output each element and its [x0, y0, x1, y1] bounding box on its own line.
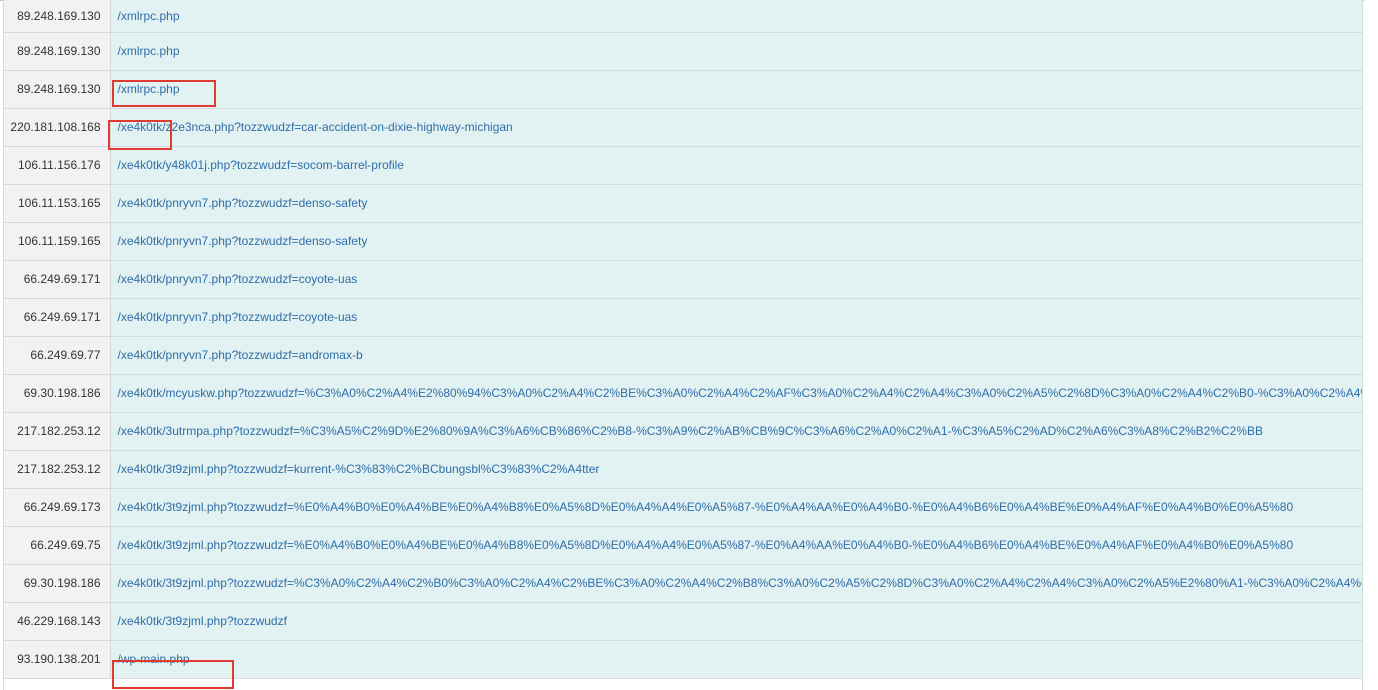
url-cell: /xe4k0tk/3t9zjml.php?tozzwudzf=%C3%A0%C2… [110, 564, 1363, 603]
table-row: 220.181.108.168/xe4k0tk/z2e3nca.php?tozz… [4, 108, 1362, 147]
access-log-table: 89.248.169.130/xmlrpc.php 89.248.169.130… [3, 0, 1363, 690]
url-cell: /xe4k0tk/3t9zjml.php?tozzwudzf=%E0%A4%B0… [110, 526, 1362, 565]
url-cell: /xe4k0tk/3t9zjml.php?tozzwudzf=%E0%A4%B0… [110, 488, 1362, 527]
url-link[interactable]: /xmlrpc.php [118, 9, 180, 23]
url-link[interactable]: /xe4k0tk/3t9zjml.php?tozzwudzf=kurrent-%… [118, 462, 600, 476]
url-link[interactable]: /xe4k0tk/mcyuskw.php?tozzwudzf=%C3%A0%C2… [118, 386, 1363, 400]
table-row: 66.249.69.171/xe4k0tk/pnryvn7.php?tozzwu… [4, 260, 1362, 299]
url-cell: /xmlrpc.php [110, 0, 1362, 33]
table-row: 66.249.69.171/xe4k0tk/pnryvn7.php?tozzwu… [4, 298, 1362, 337]
page-right-margin [1364, 0, 1378, 690]
table-row: 89.248.169.130/xmlrpc.php [4, 32, 1362, 71]
url-link[interactable]: /wp-main.php [118, 652, 190, 666]
ip-cell: 66.249.69.171 [4, 298, 111, 337]
url-link[interactable]: /xmlrpc.php [118, 82, 180, 96]
url-link[interactable]: /xe4k0tk/y48k01j.php?tozzwudzf=socom-bar… [118, 158, 404, 172]
url-cell: /xe4k0tk/pnryvn7.php?tozzwudzf=denso-saf… [110, 222, 1362, 261]
url-link[interactable]: /xe4k0tk/3t9zjml.php?tozzwudzf=%E0%A4%B0… [118, 538, 1294, 552]
ip-cell: 93.190.138.201 [4, 640, 111, 679]
ip-cell: 220.181.108.168 [4, 108, 111, 147]
ip-cell: 89.248.169.130 [4, 70, 111, 109]
url-cell: /xe4k0tk/y48k01j.php?tozzwudzf=socom-bar… [110, 146, 1362, 185]
url-cell: /xe4k0tk/3t9zjml.php?tozzwudzf [110, 602, 1362, 641]
url-cell: /xe4k0tk/3t9zjml.php?tozzwudzf=kurrent-%… [110, 450, 1362, 489]
url-cell: /xe4k0tk/pnryvn7.php?tozzwudzf=coyote-ua… [110, 260, 1362, 299]
ip-cell: 217.182.253.12 [4, 450, 111, 489]
ip-cell: 69.30.198.186 [4, 374, 111, 413]
table-row: 69.30.198.186/xe4k0tk/mcyuskw.php?tozzwu… [4, 374, 1363, 413]
url-cell: /xe4k0tk/pnryvn7.php?tozzwudzf=andromax-… [110, 336, 1362, 375]
ip-cell: 217.182.253.12 [4, 412, 111, 451]
ip-cell: 106.11.159.165 [4, 222, 111, 261]
url-cell: /xe4k0tk/z2e3nca.php?tozzwudzf=car-accid… [110, 108, 1362, 147]
ip-cell: 106.11.153.165 [4, 184, 111, 223]
ip-cell: 66.249.69.171 [4, 260, 111, 299]
url-cell: /xmlrpc.php [110, 32, 1362, 71]
url-link[interactable]: /xe4k0tk/z2e3nca.php?tozzwudzf=car-accid… [118, 120, 513, 134]
table-row: 89.248.169.130/xmlrpc.php [4, 0, 1362, 33]
table-row: 46.229.168.143/xe4k0tk/3t9zjml.php?tozzw… [4, 602, 1362, 641]
ip-cell: 89.248.169.130 [4, 0, 111, 33]
url-link[interactable]: /xe4k0tk/3t9zjml.php?tozzwudzf=%C3%A0%C2… [118, 576, 1363, 590]
url-cell: /xmlrpc.php [110, 70, 1362, 109]
table-row: 69.30.198.186/xe4k0tk/3t9zjml.php?tozzwu… [4, 564, 1363, 603]
ip-cell: 66.249.69.173 [4, 488, 111, 527]
table-row: 106.11.156.176/xe4k0tk/y48k01j.php?tozzw… [4, 146, 1362, 185]
ip-cell: 89.248.169.130 [4, 32, 111, 71]
url-cell: /xe4k0tk/pnryvn7.php?tozzwudzf=coyote-ua… [110, 298, 1362, 337]
ip-cell: 66.249.69.75 [4, 526, 111, 565]
table-row: 66.249.69.77/xe4k0tk/pnryvn7.php?tozzwud… [4, 336, 1362, 375]
url-cell: /xe4k0tk/mcyuskw.php?tozzwudzf=%C3%A0%C2… [110, 374, 1363, 413]
url-link[interactable]: /xe4k0tk/pnryvn7.php?tozzwudzf=denso-saf… [118, 234, 368, 248]
table-row: 66.249.69.173/xe4k0tk/3t9zjml.php?tozzwu… [4, 488, 1362, 527]
url-link[interactable]: /xe4k0tk/3t9zjml.php?tozzwudzf [118, 614, 287, 628]
log-table-body: 89.248.169.130/xmlrpc.php 89.248.169.130… [4, 0, 1363, 679]
url-link[interactable]: /xe4k0tk/pnryvn7.php?tozzwudzf=andromax-… [118, 348, 363, 362]
ip-cell: 69.30.198.186 [4, 564, 111, 603]
table-row: 66.249.69.75/xe4k0tk/3t9zjml.php?tozzwud… [4, 526, 1362, 565]
url-link[interactable]: /xmlrpc.php [118, 44, 180, 58]
ip-cell: 46.229.168.143 [4, 602, 111, 641]
ip-cell: 66.249.69.77 [4, 336, 111, 375]
table-row: 106.11.153.165/xe4k0tk/pnryvn7.php?tozzw… [4, 184, 1362, 223]
table-row: 217.182.253.12/xe4k0tk/3utrmpa.php?tozzw… [4, 412, 1362, 451]
table-row: 217.182.253.12/xe4k0tk/3t9zjml.php?tozzw… [4, 450, 1362, 489]
url-link[interactable]: /xe4k0tk/pnryvn7.php?tozzwudzf=coyote-ua… [118, 310, 358, 324]
url-cell: /wp-main.php [110, 640, 1362, 679]
url-link[interactable]: /xe4k0tk/3utrmpa.php?tozzwudzf=%C3%A5%C2… [118, 424, 1264, 438]
table-row: 106.11.159.165/xe4k0tk/pnryvn7.php?tozzw… [4, 222, 1362, 261]
url-cell: /xe4k0tk/pnryvn7.php?tozzwudzf=denso-saf… [110, 184, 1362, 223]
url-link[interactable]: /xe4k0tk/3t9zjml.php?tozzwudzf=%E0%A4%B0… [118, 500, 1294, 514]
url-cell: /xe4k0tk/3utrmpa.php?tozzwudzf=%C3%A5%C2… [110, 412, 1362, 451]
log-table: 89.248.169.130/xmlrpc.php 89.248.169.130… [4, 0, 1362, 679]
table-row: 89.248.169.130/xmlrpc.php [4, 70, 1362, 109]
url-link[interactable]: /xe4k0tk/pnryvn7.php?tozzwudzf=denso-saf… [118, 196, 368, 210]
ip-cell: 106.11.156.176 [4, 146, 111, 185]
table-row: 93.190.138.201/wp-main.php [4, 640, 1362, 679]
url-link[interactable]: /xe4k0tk/pnryvn7.php?tozzwudzf=coyote-ua… [118, 272, 358, 286]
